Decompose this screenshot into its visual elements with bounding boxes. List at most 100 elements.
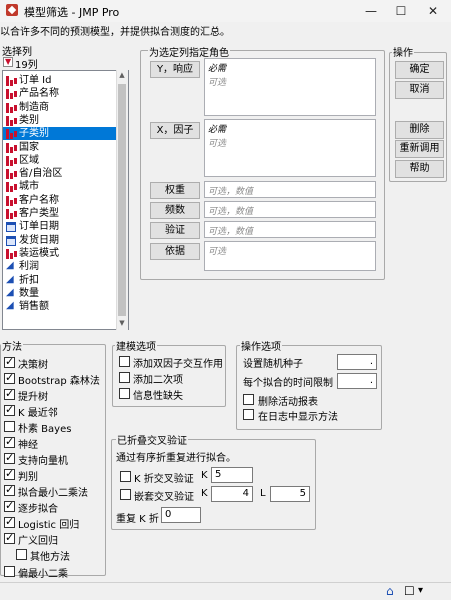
window-list-icon[interactable]: ☐ [404,584,415,598]
column-item[interactable]: 装运模式 [3,247,116,260]
window-list-dropdown-icon[interactable]: ▾ [418,585,423,596]
column-item[interactable]: 折扣 [3,274,116,287]
x-factor-button[interactable]: X，因子 [150,122,200,139]
column-item[interactable]: 订单日期 [3,220,116,233]
y-response-button[interactable]: Y，响应 [150,61,200,78]
column-item[interactable]: 产品名称 [3,87,116,100]
nested-cv-checkbox[interactable] [120,489,131,500]
column-item-label: 制造商 [19,101,49,113]
method-item-checkbox[interactable] [4,467,15,481]
column-count: 19列 [15,60,38,71]
random-seed-input[interactable]: . [337,354,377,370]
method-item-label: K 最近邻 [18,408,58,419]
recall-button[interactable]: 重新调用 [395,140,444,158]
column-item[interactable]: 制造商 [3,101,116,114]
column-item-label: 数量 [19,287,39,299]
method-item-label: 判别 [18,472,38,483]
column-item[interactable]: 省/自治区 [3,167,116,180]
continuous-triangle-icon [6,274,16,286]
method-item-checkbox[interactable] [4,371,15,385]
column-count-dropdown[interactable]: ▼ [3,57,13,67]
home-icon[interactable]: ⌂ [386,584,394,598]
column-item[interactable]: 利润 [3,260,116,273]
repeat-kfold-input[interactable]: 0 [161,507,201,523]
ok-button[interactable]: 确定 [395,61,444,79]
modeling-option-checkbox[interactable] [119,388,130,399]
method-item-checkbox[interactable] [4,515,15,529]
validation-button[interactable]: 验证 [150,222,200,239]
column-item-label: 类别 [19,114,39,126]
nested-k-input[interactable]: 4 [211,486,253,502]
modeling-option-checkbox[interactable] [119,356,130,367]
freq-box[interactable]: 可选，数值 [204,201,376,218]
maximize-button[interactable]: ☐ [386,0,416,22]
freq-button[interactable]: 频数 [150,202,200,219]
help-button[interactable]: 帮助 [395,160,444,178]
cross-validation-label: 已折叠交叉验证 [116,432,188,447]
show-log-label: 在日志中显示方法 [258,412,338,423]
column-item[interactable]: 区域 [3,154,116,167]
column-item[interactable]: 订单 Id [3,74,116,87]
cancel-button[interactable]: 取消 [395,81,444,99]
method-item-checkbox[interactable] [4,531,15,545]
column-item[interactable]: 类别 [3,114,116,127]
freq-hint: 可选，数值 [208,207,254,217]
scroll-down-arrow-icon[interactable]: ▼ [116,319,128,327]
column-item[interactable]: 城市 [3,180,116,193]
nested-l-input[interactable]: 5 [270,486,310,502]
validation-box[interactable]: 可选，数值 [204,221,376,238]
method-item-label: 支持向量机 [18,456,68,467]
run-options-label: 操作选项 [240,338,282,353]
method-item-checkbox[interactable] [4,483,15,497]
y-response-box[interactable]: 必需 可选 [204,58,376,116]
y-optional-hint: 可选 [208,78,227,88]
modeling-option-checkbox[interactable] [119,372,130,383]
x-factor-box[interactable]: 必需 可选 [204,119,376,177]
column-item[interactable]: 子类别 [3,127,116,141]
weight-button[interactable]: 权重 [150,182,200,199]
method-item-checkbox[interactable] [4,435,15,449]
weight-box[interactable]: 可选，数值 [204,181,376,198]
method-item-checkbox[interactable] [4,403,15,417]
delete-reports-checkbox[interactable] [243,394,254,405]
window-title: 模型筛选 - JMP Pro [24,6,120,19]
method-item-checkbox[interactable] [4,566,15,577]
method-item-checkbox[interactable] [4,421,15,432]
method-item-checkbox[interactable] [4,451,15,465]
column-item[interactable]: 销售额 [3,300,116,313]
by-box[interactable]: 可选 [204,241,376,271]
nominal-bar-icon [6,115,16,126]
column-item[interactable]: 数量 [3,287,116,300]
kfold-checkbox[interactable] [120,471,131,482]
remove-button[interactable]: 删除 [395,121,444,139]
column-item[interactable]: 客户类型 [3,207,116,220]
by-hint: 可选 [208,247,227,257]
column-item[interactable]: 国家 [3,141,116,154]
nominal-bar-icon [6,102,16,113]
nominal-bar-icon [6,208,16,219]
method-item-label: 逐步拟合 [18,504,58,515]
column-item[interactable]: 客户名称 [3,194,116,207]
nested-k-label: K [201,488,208,499]
time-limit-input[interactable]: . [337,373,377,389]
method-item-checkbox[interactable] [16,549,27,560]
method-item-checkbox[interactable] [4,355,15,369]
minimize-button[interactable]: — [356,0,386,22]
nominal-bar-icon [6,142,16,153]
continuous-triangle-icon [6,287,16,299]
close-button[interactable]: ✕ [418,0,448,22]
method-item-checkbox[interactable] [4,499,15,513]
column-item-label: 客户名称 [19,194,59,206]
show-log-checkbox[interactable] [243,409,254,420]
roles-label: 为选定列指定角色 [148,44,230,59]
scroll-up-arrow-icon[interactable]: ▲ [116,71,128,79]
method-item-label: 偏最小二乘 [18,569,68,580]
column-item[interactable]: 发货日期 [3,234,116,247]
kfold-k-input[interactable]: 5 [211,467,253,483]
by-button[interactable]: 依据 [150,243,200,260]
method-item-checkbox[interactable] [4,387,15,401]
scroll-thumb[interactable] [118,84,126,316]
repeat-kfold-label: 重复 K 折 [116,514,159,525]
method-item-label: 广义回归 [18,536,58,547]
column-list[interactable]: 订单 Id 产品名称 制造商 类别 子类别 国家 区域 省/自治区 城市 客户名称 客户类型 订单日期… [2,70,129,330]
